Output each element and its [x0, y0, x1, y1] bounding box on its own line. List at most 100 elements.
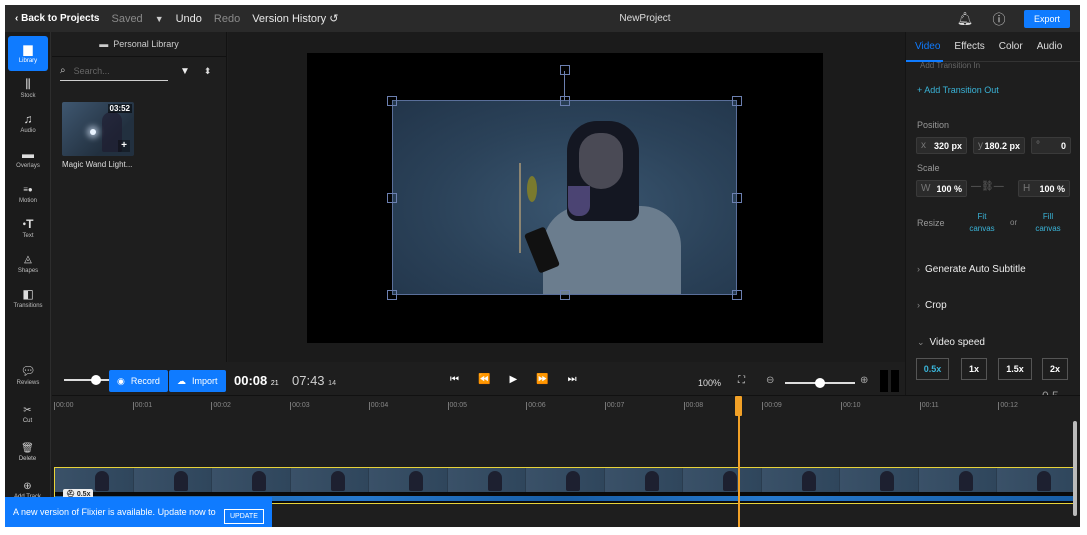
resize-handle-bottom-left[interactable] [387, 290, 397, 300]
record-button[interactable]: ◉ Record [109, 370, 168, 392]
sidebar-item-transitions[interactable]: ◧ Transitions [8, 281, 48, 316]
resize-handle-top[interactable] [560, 96, 570, 106]
slider-knob[interactable] [815, 378, 825, 388]
speed-1x-button[interactable]: 1x [961, 358, 987, 380]
sidebar-item-library[interactable]: ▆ Library [8, 36, 48, 71]
clip-frame [133, 468, 212, 492]
trash-icon: 🗑︎ [21, 442, 34, 454]
rotation-field[interactable]: ° 0 [1031, 137, 1071, 154]
record-label: Record [130, 376, 160, 386]
sidebar-item-overlays[interactable]: ▬ Overlays [8, 141, 48, 176]
link-aspect-icon[interactable]: —⛓— [971, 181, 1004, 192]
project-title[interactable]: NewProject [605, 13, 685, 24]
overlay-icon: ▬ [22, 147, 34, 161]
zoom-out-icon[interactable]: ⊖ [766, 375, 774, 386]
position-label: Position [917, 120, 950, 130]
sidebar-item-text[interactable]: ꞏT Text [8, 211, 48, 246]
import-button[interactable]: ☁ Import [169, 370, 226, 392]
ruler-tick: 00:02 [211, 402, 231, 410]
rewind-icon[interactable]: ⏪ [478, 374, 490, 385]
tab-audio[interactable]: Audio [1037, 41, 1063, 52]
ruler-tick: 00:00 [54, 402, 74, 410]
playhead-handle[interactable] [735, 396, 742, 416]
search-field: ⌕ [60, 61, 168, 81]
clip-frame [604, 468, 683, 492]
fast-forward-icon[interactable]: ⏩ [536, 374, 548, 385]
h-prefix: H [1023, 183, 1031, 194]
clip-frame [369, 468, 448, 492]
media-thumbnail[interactable]: 03:52 + [62, 102, 134, 156]
redo-button[interactable]: Redo [214, 13, 240, 25]
resize-handle-bottom[interactable] [560, 290, 570, 300]
timeline-zoom-slider[interactable] [785, 378, 855, 388]
sidebar-item-motion[interactable]: ≡● Motion [8, 176, 48, 211]
speed-2x-button[interactable]: 2x [1042, 358, 1068, 380]
scale-height-field[interactable]: H 100 % [1018, 180, 1070, 197]
resize-handle-top-left[interactable] [387, 96, 397, 106]
scissors-icon: ✂ [23, 404, 32, 416]
cloud-upload-icon: ☁ [177, 375, 186, 386]
version-history-button[interactable]: Version History ↺ [252, 12, 338, 25]
w-prefix: W [921, 183, 931, 194]
filter-icon[interactable]: ▼ [180, 66, 190, 77]
y-prefix: y [978, 140, 983, 151]
tab-effects[interactable]: Effects [954, 41, 984, 52]
play-icon[interactable]: ▶ [509, 374, 517, 385]
skip-to-end-icon[interactable]: ⏭ [568, 374, 577, 385]
fullscreen-icon[interactable]: ⛶ [738, 375, 745, 386]
sidebar-item-label: Reviews [16, 380, 40, 386]
add-transition-out-link[interactable]: + Add Transition Out [917, 85, 999, 95]
split-view-icon[interactable] [880, 370, 900, 392]
tab-color[interactable]: Color [999, 41, 1023, 52]
export-button[interactable]: Export [1023, 9, 1070, 28]
slider-knob[interactable] [91, 375, 101, 385]
position-y-field[interactable]: y 180.2 px [973, 137, 1025, 154]
delete-tool[interactable]: 🗑︎ Delete [5, 433, 50, 471]
zoom-in-icon[interactable]: ⊕ [860, 375, 868, 386]
preview-zoom-percent[interactable]: 100% [698, 378, 721, 388]
resize-handle-bottom-right[interactable] [732, 290, 742, 300]
video-layer[interactable] [392, 100, 737, 295]
help-icon[interactable]: ⓘ [990, 9, 1008, 28]
timeline-scrollbar[interactable] [1073, 421, 1077, 516]
crop-section[interactable]: › Crop [917, 300, 947, 311]
update-button[interactable]: UPDATE [224, 509, 264, 524]
generate-auto-subtitle-section[interactable]: › Generate Auto Subtitle [917, 264, 1026, 275]
library-zoom-slider[interactable] [64, 375, 112, 385]
undo-button[interactable]: Undo [176, 13, 202, 25]
video-speed-section[interactable]: ⌄ Video speed [917, 337, 985, 348]
sidebar-item-reviews[interactable]: 💬︎ Reviews [8, 358, 48, 393]
sidebar-item-shapes[interactable]: ◬ Shapes [8, 246, 48, 281]
clip-frame [840, 468, 919, 492]
import-label: Import [192, 376, 218, 386]
bell-icon[interactable]: 🔔︎ [956, 11, 974, 27]
playback-controls: ◉ Record ☁ Import 00:08 21 07:43 14 ⏮ ⏪ … [52, 362, 905, 395]
scale-width-field[interactable]: W 100 % [916, 180, 967, 197]
cut-tool[interactable]: ✂ Cut [5, 395, 50, 433]
speed-1-5x-button[interactable]: 1.5x [998, 358, 1032, 380]
position-x-field[interactable]: x 320 px [916, 137, 967, 154]
search-input[interactable] [73, 65, 159, 76]
motion-icon: ≡● [23, 185, 33, 194]
sort-icon[interactable]: ⬍ [204, 66, 212, 77]
back-to-projects-link[interactable]: ‹ Back to Projects [15, 13, 99, 24]
section-label: Crop [925, 300, 947, 311]
resize-handle-right[interactable] [732, 193, 742, 203]
caret-down-icon[interactable]: ▼ [155, 14, 164, 24]
properties-tabs: Video Effects Color Audio [906, 32, 1080, 62]
speed-0-5x-button[interactable]: 0.5x [916, 358, 949, 380]
rotate-handle[interactable] [560, 65, 570, 75]
resize-handle-left[interactable] [387, 193, 397, 203]
back-label: Back to Projects [21, 13, 100, 24]
skip-to-start-icon[interactable]: ⏮ [450, 374, 459, 385]
chevron-right-icon: › [917, 264, 920, 274]
sidebar-item-audio[interactable]: ♫ Audio [8, 106, 48, 141]
fit-canvas-link[interactable]: Fit canvas [964, 211, 1000, 235]
resize-handle-top-right[interactable] [732, 96, 742, 106]
fill-canvas-link[interactable]: Fill canvas [1030, 211, 1066, 235]
folder-icon: ▬ [99, 39, 109, 49]
tab-video[interactable]: Video [915, 41, 940, 52]
sidebar-item-stock[interactable]: ⫼ Stock [8, 71, 48, 106]
add-to-timeline-icon[interactable]: + [118, 140, 130, 152]
add-transition-in-link[interactable]: Add Transition In [920, 61, 980, 70]
